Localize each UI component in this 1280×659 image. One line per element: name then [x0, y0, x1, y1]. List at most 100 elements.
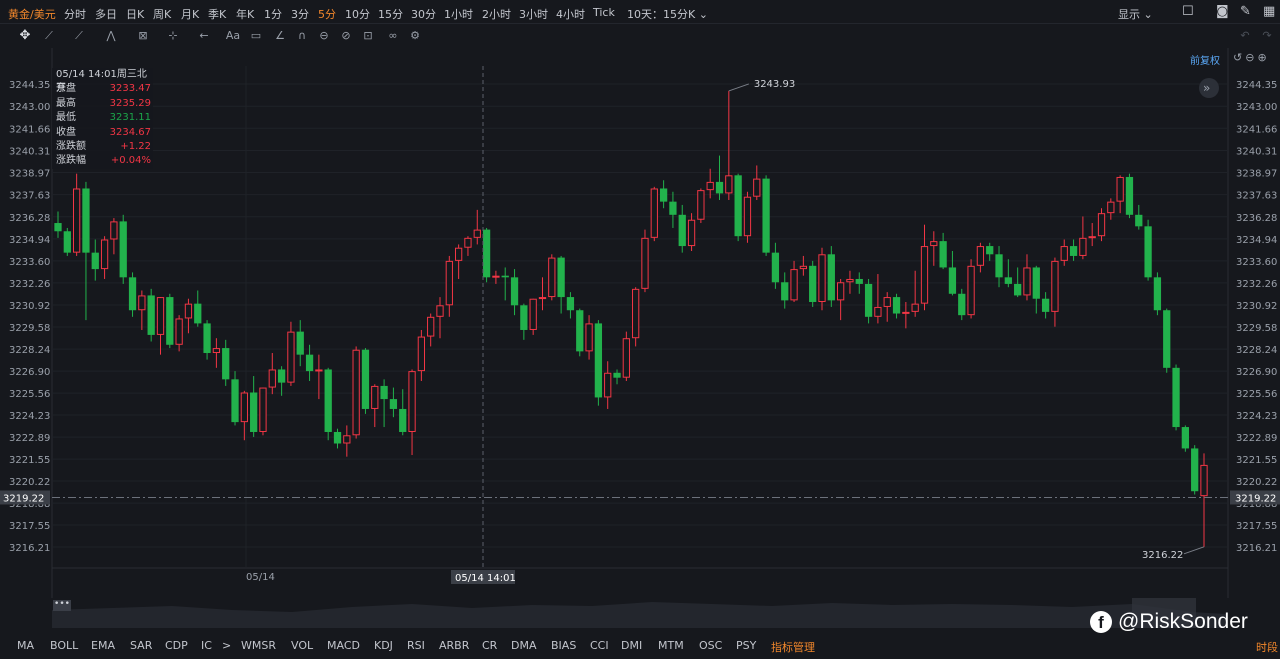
tf-30m[interactable]: 30分 [411, 6, 436, 22]
candle-body-up[interactable] [408, 371, 416, 432]
more-icon[interactable]: ••• [53, 600, 71, 611]
candle-body-up[interactable] [1060, 246, 1068, 261]
arrow-icon[interactable]: ← [195, 28, 213, 44]
candle-body-down[interactable] [958, 293, 966, 316]
tf-1h[interactable]: 1小时 [444, 6, 473, 22]
candle-body-down[interactable] [678, 214, 686, 247]
camera-icon[interactable]: ◙ [1216, 4, 1229, 19]
line-icon[interactable]: ⟋ [40, 28, 58, 44]
chart-canvas[interactable]: 3244.35 3244.35 3243.00 3243.00 3241.66 3241.… [0, 48, 1280, 598]
tf-quarter[interactable]: 季K [208, 6, 226, 22]
candle-body-down[interactable] [91, 252, 99, 270]
candle-body-down[interactable] [520, 305, 528, 330]
candle-body-up[interactable] [455, 247, 463, 261]
ind-ma[interactable]: MA [17, 639, 34, 652]
zoom-controls[interactable]: ↺⊖⊕ [1233, 51, 1270, 64]
candle-body-up[interactable] [538, 297, 547, 300]
tf-3h[interactable]: 3小时 [519, 6, 548, 22]
candle-body-up[interactable] [212, 348, 221, 354]
candle-body-up[interactable] [436, 305, 444, 317]
tf-5m[interactable]: 5分 [318, 6, 336, 22]
measure-icon[interactable]: ⊹ [164, 28, 182, 44]
candle-body-down[interactable] [510, 277, 519, 306]
candle-body-up[interactable] [287, 331, 295, 383]
tf-10m[interactable]: 10分 [345, 6, 370, 22]
tf-week[interactable]: 周K [153, 6, 171, 22]
tf-multiday[interactable]: 多日 [95, 6, 117, 22]
candle-body-up[interactable] [622, 338, 630, 378]
magnet-icon[interactable]: ∩ [293, 28, 311, 44]
candle-body-up[interactable] [911, 303, 919, 312]
brush-icon[interactable]: ∠ [271, 28, 289, 44]
candle-body-up[interactable] [874, 306, 882, 317]
candle-body-up[interactable] [930, 241, 938, 247]
candle-body-down[interactable] [771, 252, 780, 283]
candle-body-up[interactable] [427, 316, 435, 337]
candle-body-up[interactable] [846, 278, 854, 283]
tf-day[interactable]: 日K [126, 6, 144, 22]
candle-body-down[interactable] [203, 323, 211, 354]
candle-body-up[interactable] [1097, 213, 1106, 237]
ind-ema[interactable]: EMA [91, 639, 115, 652]
candle-body-up[interactable] [837, 282, 845, 301]
ind-cci[interactable]: CCI [590, 639, 609, 652]
ind-macd[interactable]: MACD [327, 639, 360, 652]
undo-icon[interactable]: ↶ [1236, 28, 1254, 44]
ind-dma[interactable]: DMA [511, 639, 537, 652]
candle-body-down[interactable] [1135, 214, 1143, 227]
candle-body-down[interactable] [1069, 246, 1078, 256]
candle-body-down[interactable] [82, 188, 90, 253]
ind-boll[interactable]: BOLL [50, 639, 78, 652]
candle-body-up[interactable] [110, 221, 118, 240]
ind-wmsr[interactable]: WMSR [241, 639, 276, 652]
candle-body-down[interactable] [1191, 448, 1199, 492]
display-menu[interactable]: 显示 ⌄ [1118, 6, 1153, 22]
restore-adjust-toggle[interactable]: 前复权 [1190, 52, 1220, 67]
candle-body-up[interactable] [100, 239, 109, 270]
candle-body-down[interactable] [324, 369, 332, 432]
candle-body-up[interactable] [799, 265, 807, 270]
candle-body-down[interactable] [995, 254, 1003, 278]
candle-body-down[interactable] [659, 188, 668, 202]
candle-body-down[interactable] [333, 431, 342, 444]
candle-body-down[interactable] [361, 349, 370, 409]
candle-body-up[interactable] [138, 295, 146, 311]
trash-icon[interactable]: ⊡ [359, 28, 377, 44]
candle-body-up[interactable] [743, 196, 752, 237]
candle-body-down[interactable] [613, 372, 621, 378]
candle-body-up[interactable] [315, 369, 323, 372]
candle-body-down[interactable] [1041, 298, 1050, 312]
candle-body-up[interactable] [1116, 176, 1124, 202]
candle-body-down[interactable] [1125, 176, 1134, 215]
period-button[interactable]: 时段 [1256, 639, 1278, 655]
candle-body-up[interactable] [604, 372, 612, 398]
candle-body-down[interactable] [482, 229, 491, 278]
zoom-in-icon[interactable]: ⊕ [1257, 51, 1269, 64]
candle-body-down[interactable] [864, 283, 873, 317]
candle-body-down[interactable] [147, 295, 155, 335]
ind-arbr[interactable]: ARBR [439, 639, 469, 652]
candle-body-down[interactable] [1181, 427, 1189, 449]
ind-vol[interactable]: VOL [291, 639, 313, 652]
candle-body-up[interactable] [753, 178, 761, 197]
candle-body-up[interactable] [697, 190, 705, 220]
candle-body-down[interactable] [128, 277, 137, 311]
candle-body-up[interactable] [156, 297, 165, 335]
tf-3m[interactable]: 3分 [291, 6, 309, 22]
candle-body-down[interactable] [399, 408, 407, 432]
pattern-icon[interactable]: ⊠ [134, 28, 152, 44]
candle-body-up[interactable] [548, 257, 556, 298]
candle-body-down[interactable] [277, 369, 286, 383]
candle-body-down[interactable] [734, 175, 742, 237]
candle-body-up[interactable] [492, 275, 500, 278]
candle-body-down[interactable] [762, 178, 770, 253]
indicator-manager[interactable]: 指标管理 [771, 639, 815, 655]
settings-icon[interactable]: ⚙ [406, 28, 424, 44]
ray-icon[interactable]: ⟋ [70, 28, 88, 44]
ind-sar[interactable]: SAR [130, 639, 152, 652]
candle-body-down[interactable] [855, 278, 863, 284]
candle-body-up[interactable] [175, 318, 183, 345]
candle-body-up[interactable] [1088, 236, 1096, 239]
candle-body-down[interactable] [715, 181, 724, 194]
candle-body-up[interactable] [371, 385, 379, 409]
